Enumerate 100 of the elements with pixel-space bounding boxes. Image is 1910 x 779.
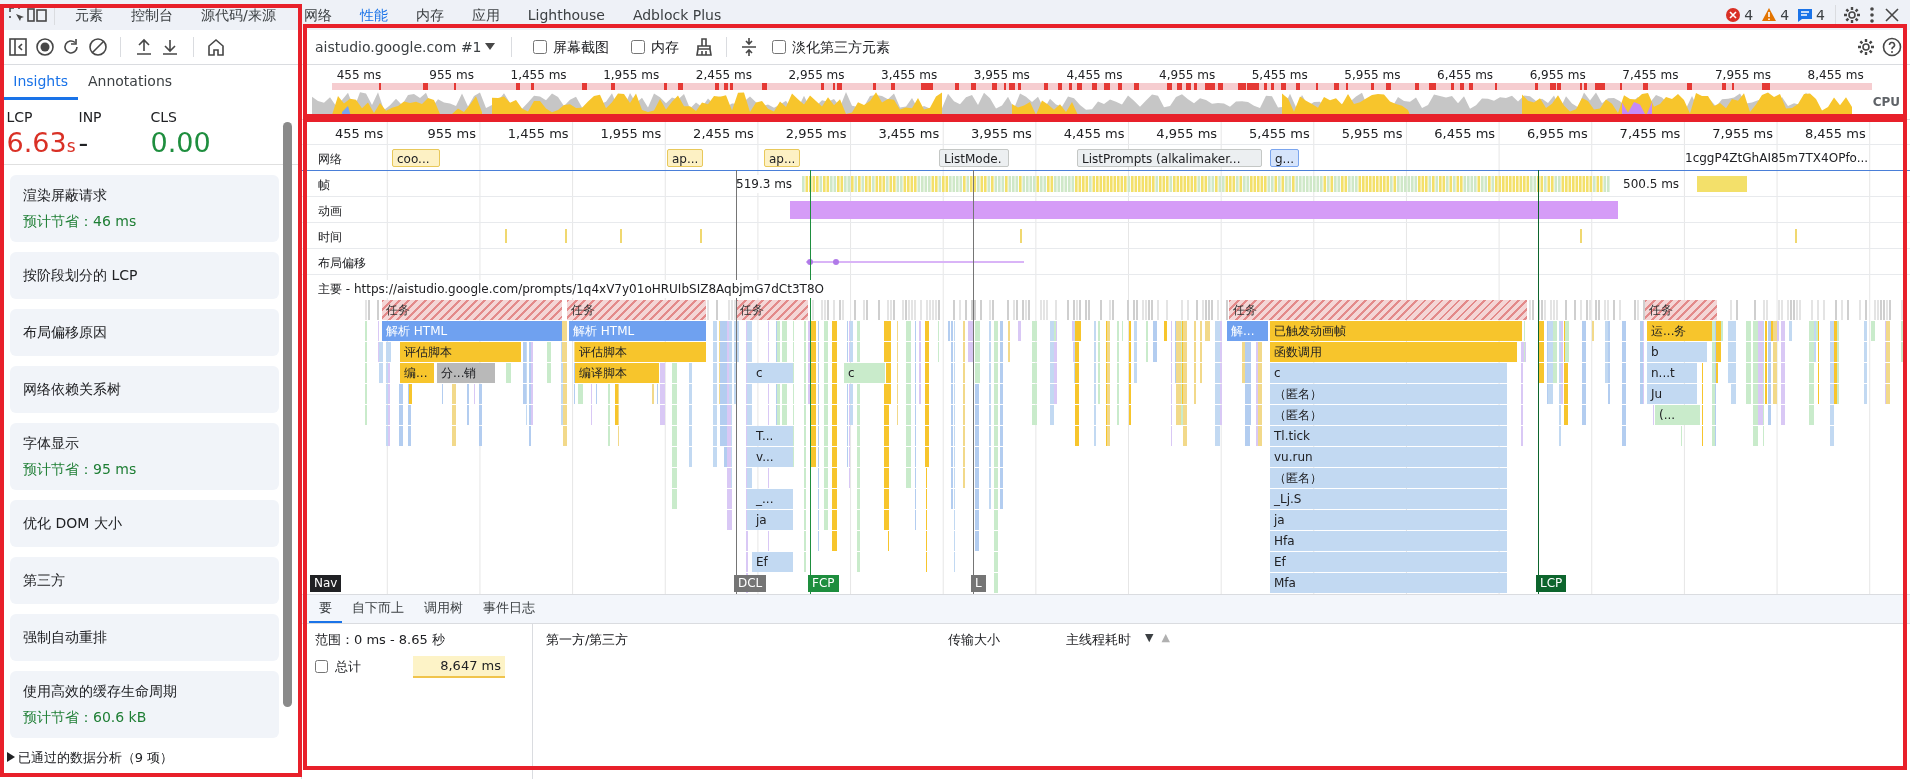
- flame-entry[interactable]: c: [752, 363, 793, 383]
- insight-card[interactable]: 优化 DOM 大小: [10, 499, 279, 547]
- panel-tab[interactable]: 内存: [401, 0, 458, 30]
- insight-title: 布局偏移原因: [23, 322, 108, 342]
- flame-entry[interactable]: n...t: [1647, 363, 1697, 383]
- insight-card[interactable]: 使用高效的缓存生命周期 预计节省：60.6 kB: [10, 670, 279, 738]
- flame-entry[interactable]: c: [1270, 363, 1507, 383]
- sidebar-tab[interactable]: Annotations: [78, 65, 183, 100]
- flame-entry[interactable]: Ef: [752, 552, 793, 572]
- panel-tab[interactable]: 性能: [345, 0, 402, 30]
- flame-entry[interactable]: _Lj.S: [1270, 489, 1507, 509]
- home-icon[interactable]: [206, 37, 226, 57]
- flame-entry[interactable]: ja: [752, 510, 793, 530]
- issue-count[interactable]: 4: [1757, 4, 1794, 26]
- flame-entry[interactable]: _...: [752, 489, 793, 509]
- flame-entry[interactable]: Ju: [1647, 384, 1697, 404]
- insight-title: 渲染屏蔽请求: [23, 185, 108, 205]
- flame-entry[interactable]: vu.run: [1270, 447, 1507, 467]
- column-header[interactable]: 主线程耗时: [1066, 630, 1131, 650]
- flame-entry[interactable]: v...: [752, 447, 793, 467]
- panel-tab[interactable]: 控制台: [117, 0, 187, 30]
- timing-marker[interactable]: Nav: [310, 575, 342, 592]
- insight-card[interactable]: 网络依赖关系树: [10, 365, 279, 413]
- insight-card[interactable]: 字体显示 预计节省：95 ms: [10, 422, 279, 490]
- flame-entry[interactable]: 编译脚本: [575, 363, 659, 383]
- flame-entry[interactable]: 任务: [567, 300, 706, 320]
- scrollbar-thumb[interactable]: [283, 122, 292, 707]
- insight-card[interactable]: 布局偏移原因: [10, 308, 279, 356]
- panel-tab[interactable]: 网络: [289, 0, 346, 30]
- timing-marker[interactable]: LCP: [1536, 575, 1567, 592]
- passed-insights-toggle[interactable]: 已通过的数据分析（9 项）: [17, 747, 174, 768]
- details-tab[interactable]: 要: [308, 595, 342, 623]
- flame-entry[interactable]: 评估脚本: [575, 342, 706, 362]
- panel-tab[interactable]: 应用: [457, 0, 514, 30]
- flame-entry[interactable]: ja: [1270, 510, 1507, 530]
- flame-entry[interactable]: 函数调用: [1270, 342, 1517, 362]
- flame-entry[interactable]: 已触发动画帧: [1270, 321, 1522, 341]
- flame-entry[interactable]: 任务: [382, 300, 562, 320]
- network-request[interactable]: 1cggP4ZtGhAI85m7TX4OPfo...: [1681, 149, 1888, 167]
- column-header[interactable]: 第一方/第三方: [546, 630, 948, 650]
- flame-entry[interactable]: b: [1647, 342, 1707, 362]
- flame-entry[interactable]: 评估脚本: [400, 342, 521, 362]
- flame-entry[interactable]: Ef: [1270, 552, 1507, 572]
- timing-marker[interactable]: DCL: [734, 575, 767, 592]
- device-icon[interactable]: [26, 6, 48, 24]
- flame-entry[interactable]: 任务: [1229, 300, 1527, 320]
- record-icon[interactable]: [34, 37, 55, 57]
- flame-entry[interactable]: 运...务: [1647, 321, 1712, 341]
- flame-entry[interactable]: （匿名）: [1270, 468, 1507, 488]
- download-icon[interactable]: [160, 37, 180, 57]
- insight-card[interactable]: 第三方: [10, 556, 279, 604]
- sort-arrow[interactable]: ▼: [1145, 630, 1154, 647]
- checkbox[interactable]: [772, 40, 787, 54]
- flame-entry[interactable]: c: [844, 363, 885, 383]
- target-dropdown[interactable]: aistudio.google.com #1: [311, 36, 499, 58]
- flame-entry[interactable]: Hfa: [1270, 531, 1507, 551]
- checkbox[interactable]: [631, 40, 646, 54]
- network-request[interactable]: ap...: [667, 149, 704, 167]
- insight-card[interactable]: 按阶段划分的 LCP: [10, 251, 279, 299]
- broom-icon[interactable]: [693, 37, 714, 57]
- network-request[interactable]: g...: [1270, 149, 1300, 167]
- flame-entry[interactable]: 分...销: [437, 363, 495, 383]
- panel-tab[interactable]: 元素: [61, 0, 117, 30]
- column-header[interactable]: 传输大小: [948, 630, 1066, 650]
- panel-tab[interactable]: Lighthouse: [513, 0, 619, 30]
- flame-entry[interactable]: Tl.tick: [1270, 426, 1507, 446]
- timing-marker[interactable]: FCP: [808, 575, 839, 592]
- checkbox[interactable]: [315, 660, 328, 674]
- issue-count[interactable]: 4: [1721, 4, 1758, 26]
- flame-entry[interactable]: （匿名）: [1270, 384, 1507, 404]
- insight-card[interactable]: 强制自动重排: [10, 613, 279, 661]
- issue-count[interactable]: 4: [1793, 4, 1829, 26]
- flame-entry[interactable]: （匿名）: [1270, 405, 1507, 425]
- flame-entry[interactable]: T...: [752, 426, 793, 446]
- flame-entry[interactable]: 任务: [736, 300, 808, 320]
- panel-tab[interactable]: 源代码/来源: [187, 0, 290, 30]
- network-request[interactable]: coo...: [392, 149, 440, 167]
- insight-card[interactable]: 渲染屏蔽请求 预计节省：46 ms: [10, 174, 279, 242]
- network-request[interactable]: ListMode.: [939, 149, 1009, 167]
- clear-icon[interactable]: [87, 37, 108, 57]
- settings-icon[interactable]: [1842, 5, 1862, 25]
- reload-icon[interactable]: [61, 37, 81, 57]
- network-request[interactable]: ListPrompts (alkalimaker...: [1077, 149, 1262, 167]
- settings-icon[interactable]: [1855, 37, 1876, 57]
- details-tab[interactable]: 调用树: [413, 595, 473, 623]
- flame-entry[interactable]: (...: [1655, 405, 1700, 425]
- flame-entry[interactable]: Mfa: [1270, 573, 1507, 593]
- timing-marker[interactable]: L: [971, 575, 986, 592]
- network-request[interactable]: ap...: [764, 149, 801, 167]
- expand-icon[interactable]: [6, 752, 15, 763]
- details-tab[interactable]: 自下而上: [341, 595, 414, 623]
- help-icon[interactable]: [1882, 37, 1902, 57]
- checkbox[interactable]: [532, 40, 547, 54]
- flame-entry[interactable]: 编...: [400, 363, 434, 383]
- flame-entry[interactable]: 任务: [1645, 300, 1717, 320]
- details-tab[interactable]: 事件日志: [472, 595, 545, 623]
- panel-tab[interactable]: Adblock Plus: [618, 0, 736, 30]
- sidebar-tab[interactable]: Insights: [3, 65, 78, 100]
- sidebar-toggle-icon[interactable]: [8, 37, 28, 57]
- collapse-icon[interactable]: [739, 37, 758, 57]
